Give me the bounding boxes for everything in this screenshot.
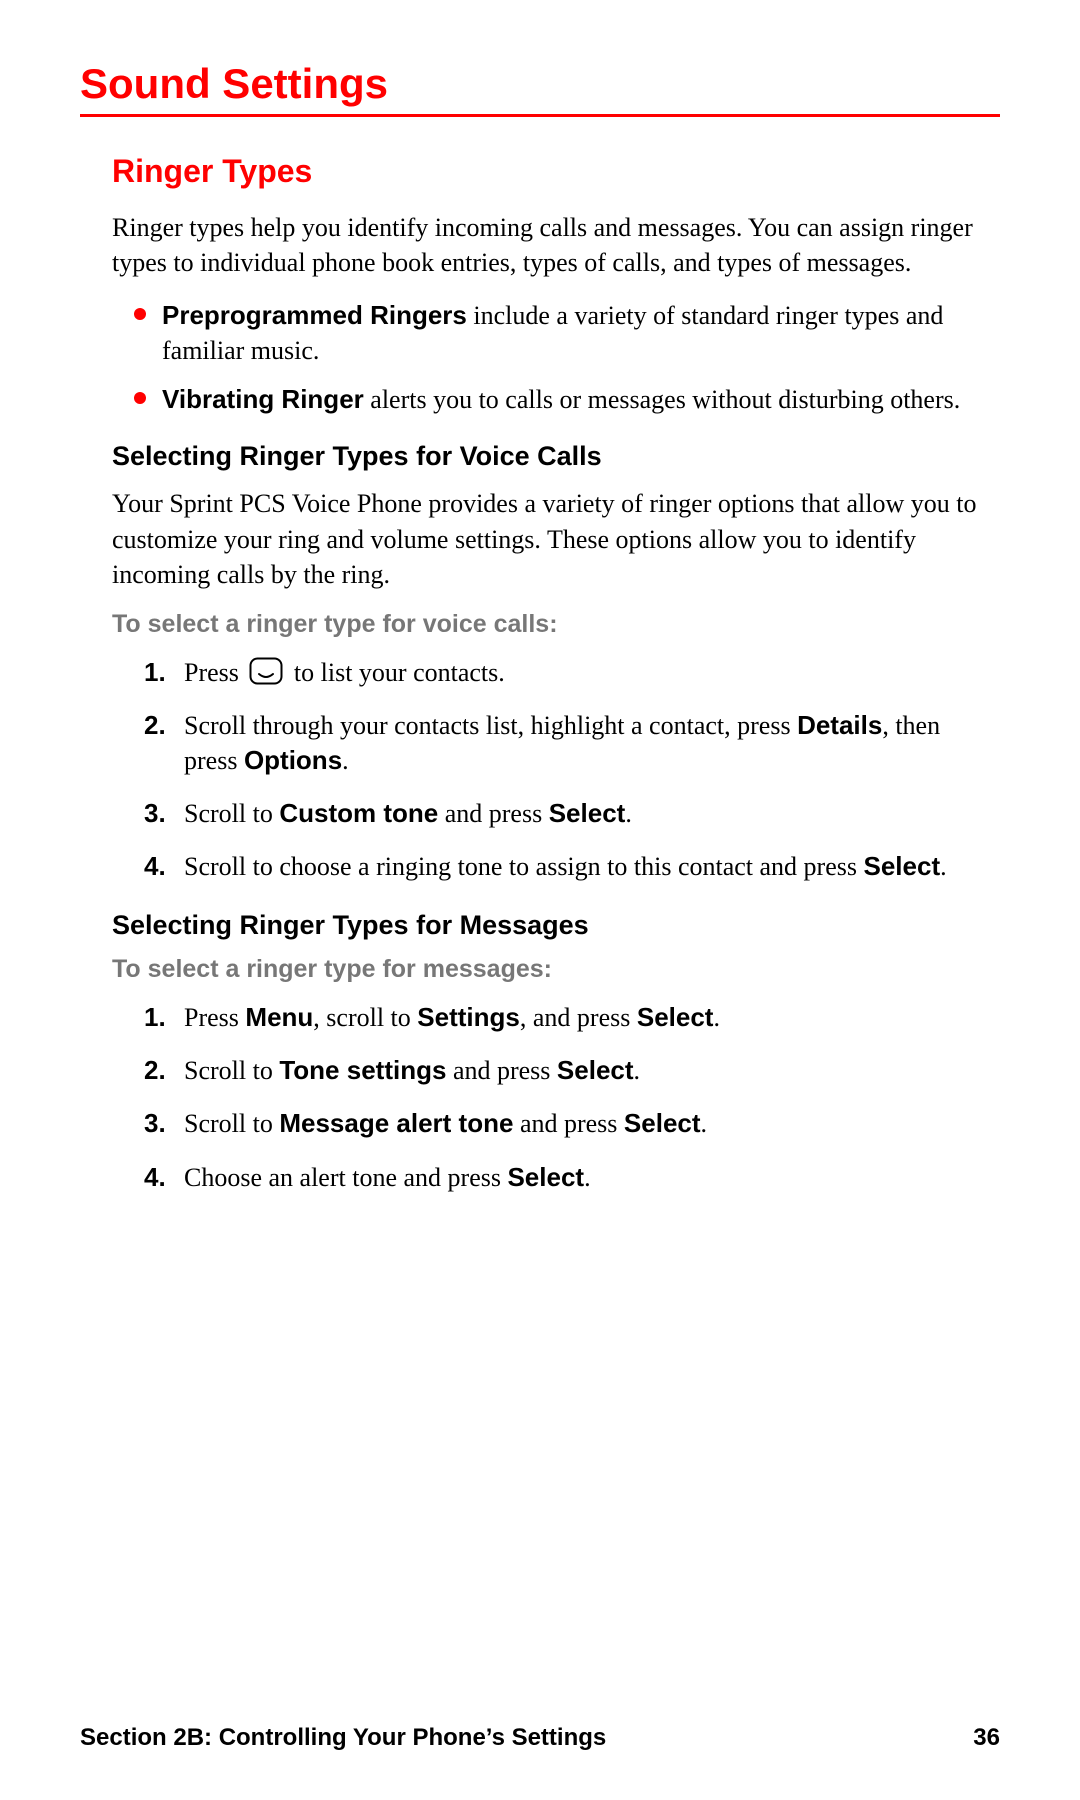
ui-label-select: Select — [549, 798, 626, 828]
step-text: . — [940, 852, 947, 881]
ui-label-select: Select — [637, 1002, 714, 1032]
bullet-preprogrammed: Preprogrammed Ringers include a variety … — [134, 298, 990, 368]
ui-label-details: Details — [797, 710, 882, 740]
step-number: 3. — [144, 1106, 166, 1141]
step-text: . — [634, 1056, 641, 1085]
footer-section: Section 2B: Controlling Your Phone’s Set… — [80, 1724, 606, 1752]
ui-label-select: Select — [624, 1108, 701, 1138]
messages-leadin: To select a ringer type for messages: — [112, 955, 990, 984]
step-text: . — [342, 746, 349, 775]
bullet-term: Preprogrammed Ringers — [162, 300, 467, 330]
step-text: , scroll to — [313, 1003, 417, 1032]
step-4: 4. Choose an alert tone and press Select… — [144, 1160, 990, 1195]
ui-label-custom-tone: Custom tone — [279, 798, 438, 828]
step-text: Scroll to — [184, 1109, 279, 1138]
step-text: Scroll through your contacts list, highl… — [184, 711, 797, 740]
messages-heading: Selecting Ringer Types for Messages — [112, 910, 990, 941]
ui-label-options: Options — [244, 745, 342, 775]
contacts-button-icon — [249, 657, 283, 685]
voice-calls-steps: 1. Press to list your contacts. 2. Scrol… — [112, 655, 990, 884]
step-text: . — [701, 1109, 708, 1138]
ringer-types-heading: Ringer Types — [112, 153, 990, 190]
bullet-term: Vibrating Ringer — [162, 384, 364, 414]
step-text: . — [713, 1003, 720, 1032]
ui-label-tone-settings: Tone settings — [279, 1055, 446, 1085]
voice-calls-intro: Your Sprint PCS Voice Phone provides a v… — [112, 486, 990, 591]
step-number: 2. — [144, 708, 166, 743]
step-number: 4. — [144, 849, 166, 884]
step-text: and press — [446, 1056, 556, 1085]
ui-label-menu: Menu — [245, 1002, 313, 1032]
step-text: Press — [184, 658, 245, 687]
ui-label-message-alert-tone: Message alert tone — [279, 1108, 513, 1138]
step-number: 1. — [144, 1000, 166, 1035]
step-text: and press — [513, 1109, 623, 1138]
page-title: Sound Settings — [80, 60, 1000, 117]
footer-page-number: 36 — [973, 1724, 1000, 1752]
step-text: . — [584, 1163, 591, 1192]
ui-label-settings: Settings — [417, 1002, 520, 1032]
step-number: 4. — [144, 1160, 166, 1195]
page-footer: Section 2B: Controlling Your Phone’s Set… — [80, 1724, 1000, 1752]
step-1: 1. Press to list your contacts. — [144, 655, 990, 690]
bullet-vibrating: Vibrating Ringer alerts you to calls or … — [134, 382, 990, 417]
messages-steps: 1. Press Menu, scroll to Settings, and p… — [112, 1000, 990, 1194]
ui-label-select: Select — [864, 851, 941, 881]
ringer-types-bullets: Preprogrammed Ringers include a variety … — [112, 298, 990, 417]
bullet-rest: alerts you to calls or messages without … — [364, 385, 960, 414]
step-1: 1. Press Menu, scroll to Settings, and p… — [144, 1000, 990, 1035]
ui-label-select: Select — [507, 1162, 584, 1192]
step-4: 4. Scroll to choose a ringing tone to as… — [144, 849, 990, 884]
step-number: 3. — [144, 796, 166, 831]
step-text: . — [625, 799, 632, 828]
step-text: Scroll to choose a ringing tone to assig… — [184, 852, 864, 881]
ringer-types-intro: Ringer types help you identify incoming … — [112, 210, 990, 280]
ui-label-select: Select — [557, 1055, 634, 1085]
step-text: Scroll to — [184, 799, 279, 828]
step-number: 2. — [144, 1053, 166, 1088]
step-3: 3. Scroll to Message alert tone and pres… — [144, 1106, 990, 1141]
step-text: Scroll to — [184, 1056, 279, 1085]
step-text: Choose an alert tone and press — [184, 1163, 507, 1192]
step-text: and press — [438, 799, 548, 828]
step-text: , and press — [520, 1003, 637, 1032]
voice-calls-leadin: To select a ringer type for voice calls: — [112, 610, 990, 639]
page-content: Ringer Types Ringer types help you ident… — [80, 153, 1000, 1195]
step-text: Press — [184, 1003, 245, 1032]
step-2: 2. Scroll through your contacts list, hi… — [144, 708, 990, 778]
step-number: 1. — [144, 655, 166, 690]
voice-calls-heading: Selecting Ringer Types for Voice Calls — [112, 441, 990, 472]
step-2: 2. Scroll to Tone settings and press Sel… — [144, 1053, 990, 1088]
step-3: 3. Scroll to Custom tone and press Selec… — [144, 796, 990, 831]
step-text: to list your contacts. — [287, 658, 504, 687]
